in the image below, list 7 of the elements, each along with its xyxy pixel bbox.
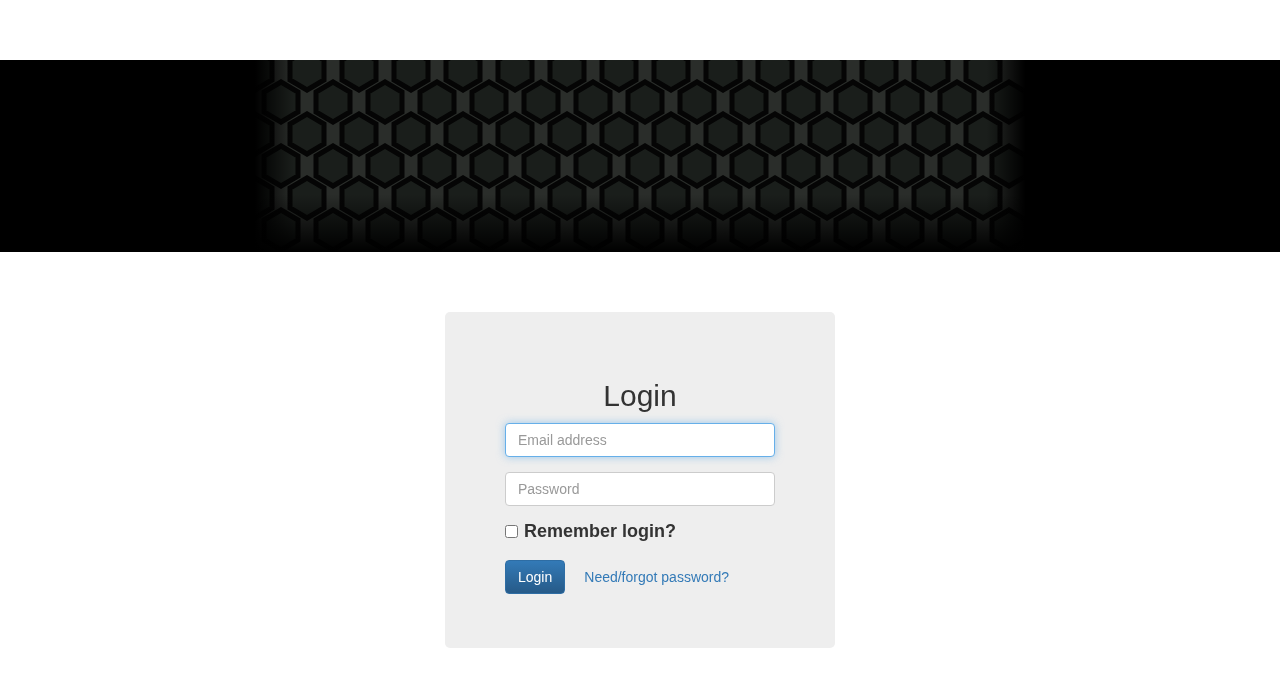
remember-checkbox[interactable]: [505, 525, 518, 538]
login-title: Login: [602, 378, 678, 414]
password-field[interactable]: Password: [505, 472, 775, 506]
email-field[interactable]: Email address: [505, 423, 775, 457]
forgot-password-link[interactable]: Need/forgot password?: [584, 569, 730, 585]
remember-label: Remember login?: [524, 521, 677, 542]
login-button[interactable]: Login: [505, 560, 566, 594]
